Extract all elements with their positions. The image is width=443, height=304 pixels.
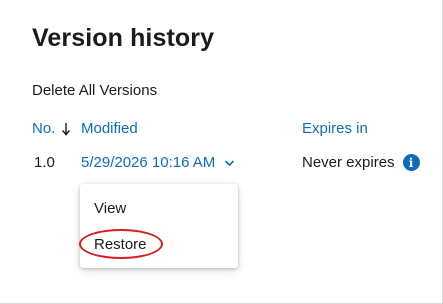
version-context-menu: View Restore (80, 184, 238, 268)
version-number: 1.0 (34, 154, 55, 171)
version-expiry-text: Never expires (302, 154, 395, 171)
chevron-down-icon (225, 159, 235, 166)
column-header-no[interactable]: No. (32, 120, 71, 137)
info-icon[interactable]: i (402, 154, 420, 171)
column-header-no-label: No. (32, 120, 56, 137)
version-history-panel: Version history Delete All Versions No. … (0, 0, 443, 304)
menu-item-view[interactable]: View (94, 200, 126, 217)
column-header-modified[interactable]: Modified (81, 120, 138, 137)
arrow-down-icon (62, 122, 71, 136)
version-modified-dropdown[interactable]: 5/29/2026 10:16 AM (81, 154, 235, 171)
version-modified-date: 5/29/2026 10:16 AM (81, 154, 216, 171)
delete-all-versions-button[interactable]: Delete All Versions (32, 82, 157, 99)
version-expiry: Never expires i (302, 154, 420, 171)
menu-item-restore[interactable]: Restore (94, 236, 147, 253)
page-title: Version history (32, 24, 215, 52)
column-header-expires[interactable]: Expires in (302, 120, 368, 137)
